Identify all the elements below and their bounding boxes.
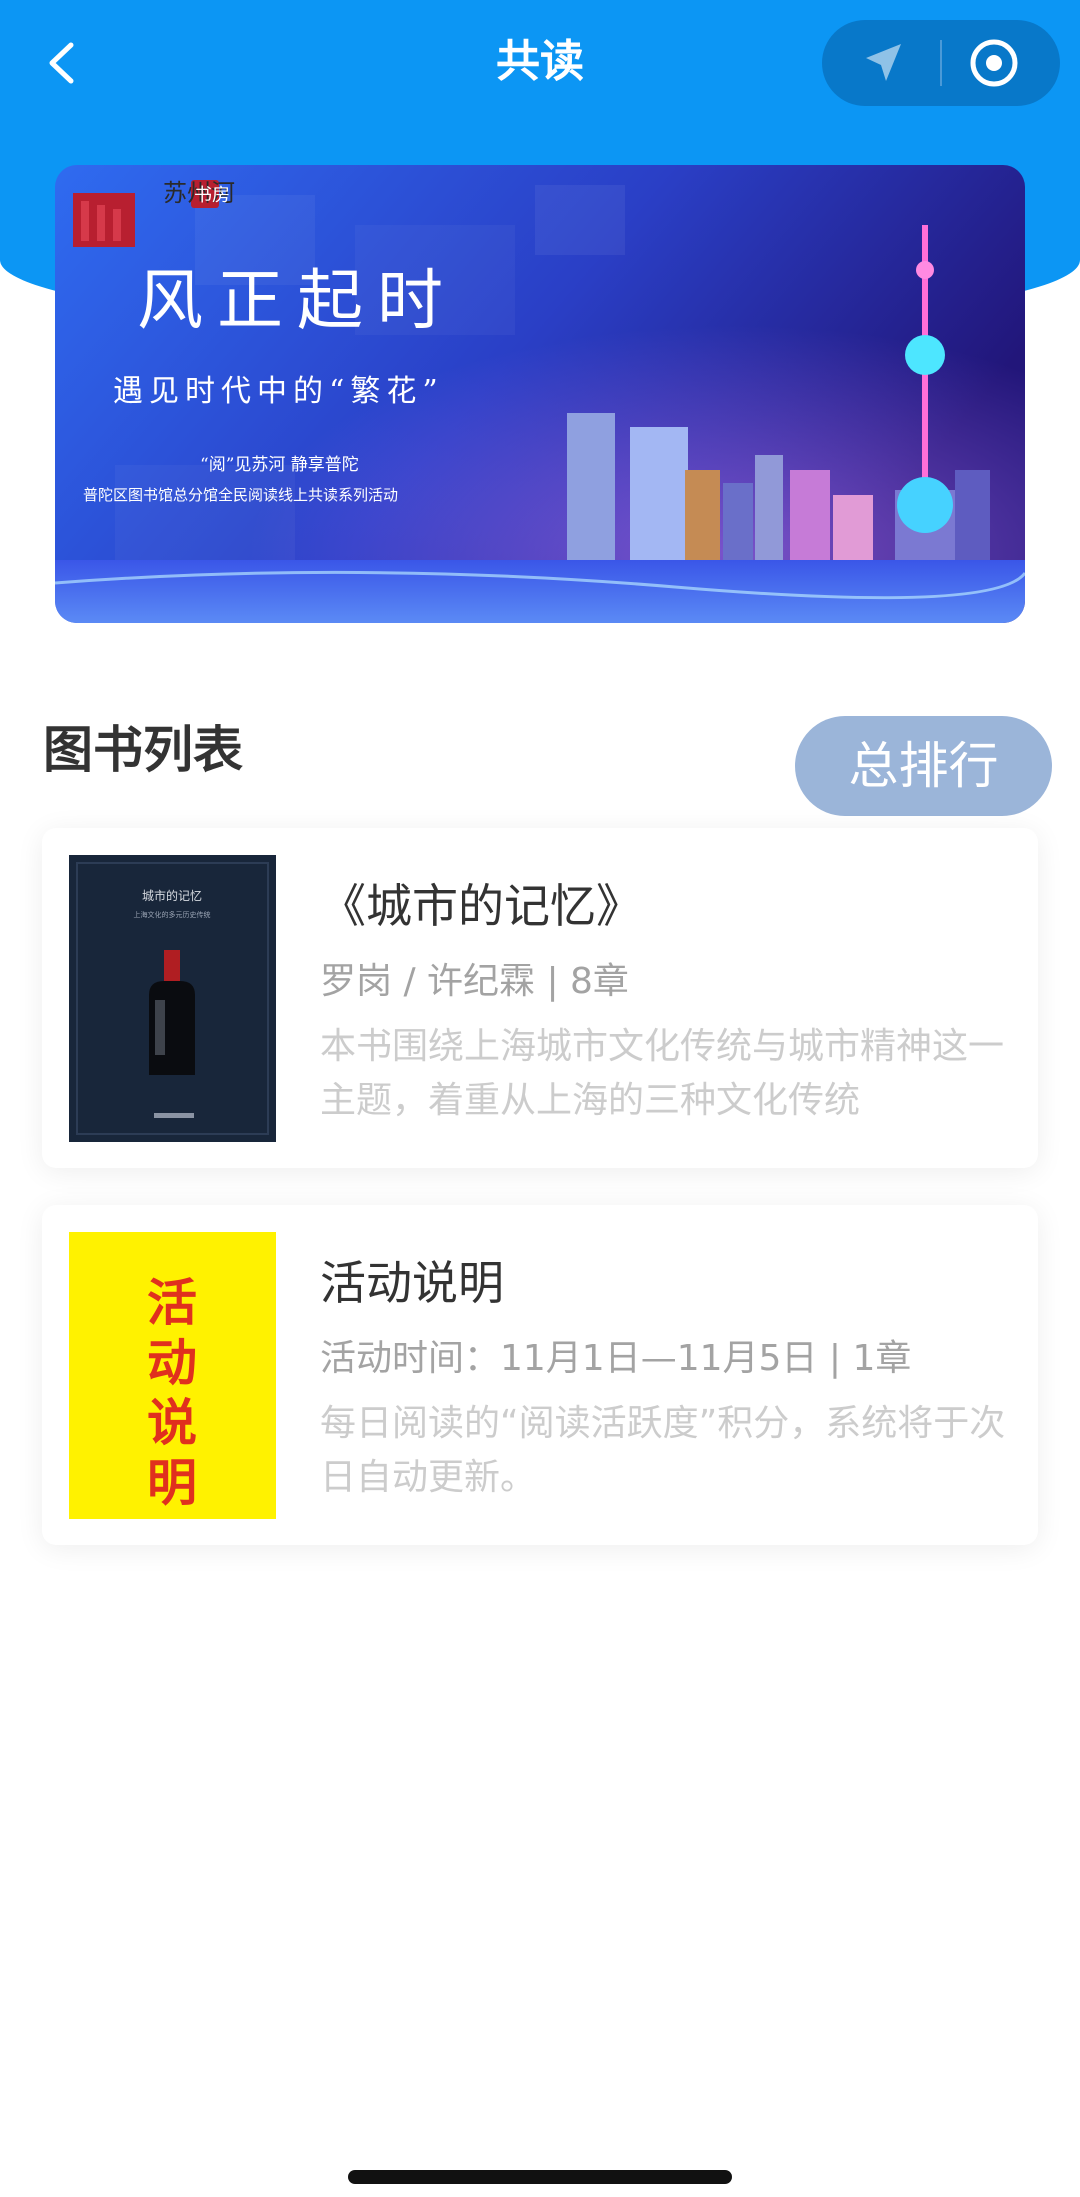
book-description: 本书围绕上海城市文化传统与城市精神这一主题，着重从上海的三种文化传统	[320, 1026, 1005, 1121]
home-indicator	[348, 2170, 732, 2184]
book-cover: 城市的记忆 上海文化的多元历史传统	[69, 855, 276, 1142]
mini-program-capsule	[822, 20, 1060, 106]
banner-logo-badge: 书房	[194, 185, 230, 206]
navigation-bar: 共读	[0, 0, 1080, 125]
cover-char: 活	[147, 1273, 197, 1332]
banner-tagline-1: “阅”见苏河 静享普陀	[200, 455, 359, 475]
total-ranking-button[interactable]: 总排行	[795, 716, 1052, 816]
location-arrow-icon	[866, 44, 901, 81]
book-card[interactable]: 活 动 说 明 活动说明 活动时间：11月1日—11月5日 | 1章 每日阅读的…	[42, 1205, 1038, 1545]
cover-char: 说	[147, 1393, 197, 1452]
activity-cover: 活 动 说 明	[69, 1232, 276, 1519]
book-list-title: 图书列表	[43, 721, 243, 779]
banner-headline: 风正起时	[137, 262, 457, 339]
location-button[interactable]	[822, 20, 941, 106]
book-meta: 活动时间：11月1日—11月5日 | 1章	[320, 1338, 912, 1379]
banner-subheadline: 遇见时代中的“繁花”	[113, 374, 444, 409]
target-circle-icon	[970, 39, 1018, 87]
activity-banner[interactable]: 苏州河 书房 风正起时 遇见时代中的“繁花” “阅”见苏河 静享普陀 普陀区图书…	[55, 165, 1025, 623]
cover-subtitle: 上海文化的多元历史传统	[134, 910, 211, 919]
cover-title: 城市的记忆	[142, 888, 202, 903]
banner-tagline-2: 普陀区图书馆总分馆全民阅读线上共读系列活动	[83, 486, 398, 504]
book-title: 《城市的记忆》	[320, 879, 642, 933]
close-miniprogram-button[interactable]	[941, 20, 1060, 106]
book-title: 活动说明	[320, 1256, 504, 1310]
banner-image: 苏州河 书房 风正起时 遇见时代中的“繁花” “阅”见苏河 静享普陀 普陀区图书…	[55, 165, 1025, 623]
book-meta: 罗岗 / 许纪霖 | 8章	[320, 961, 629, 1002]
cover-char: 动	[147, 1333, 197, 1392]
book-card[interactable]: 城市的记忆 上海文化的多元历史传统 《城市的记忆》 罗岗 / 许纪霖 | 8章 …	[42, 828, 1038, 1168]
cover-char: 明	[147, 1453, 197, 1512]
book-description: 每日阅读的“阅读活跃度”积分，系统将于次日自动更新。	[320, 1403, 1006, 1498]
